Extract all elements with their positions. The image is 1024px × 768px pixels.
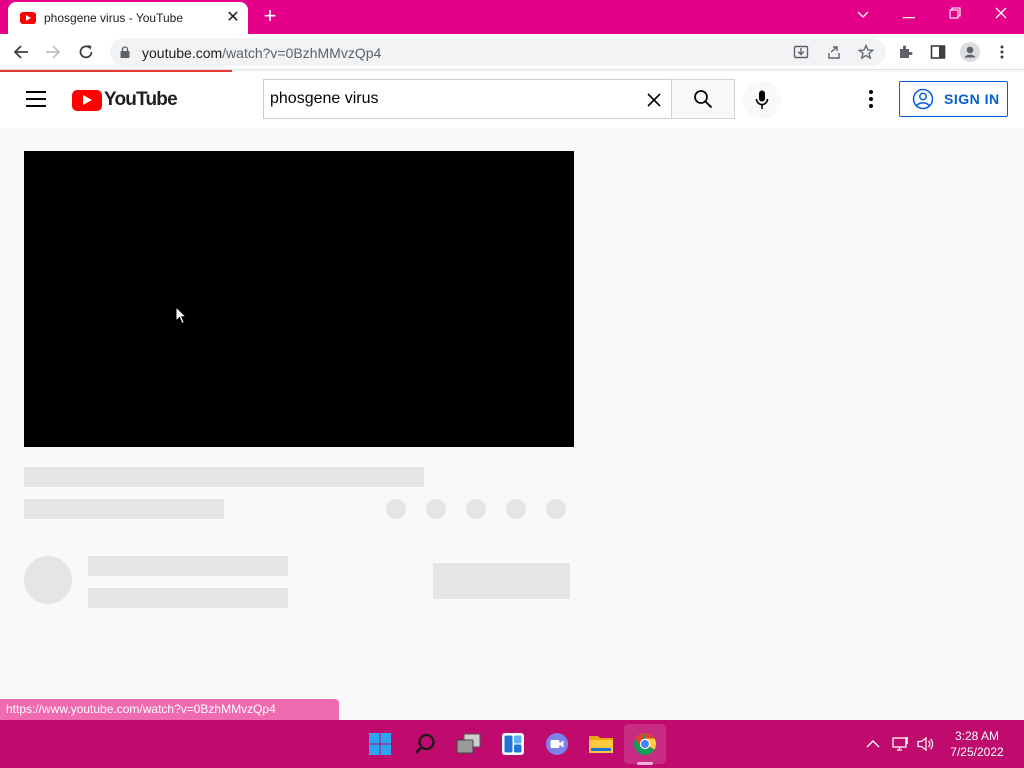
minimize-icon[interactable] bbox=[895, 3, 923, 27]
video-player[interactable] bbox=[24, 151, 574, 447]
new-tab-button[interactable]: + bbox=[258, 5, 282, 29]
browser-tab-active[interactable]: phosgene virus - YouTube ✕ bbox=[8, 2, 248, 34]
action-button-placeholder bbox=[506, 499, 526, 519]
browser-titlebar: phosgene virus - YouTube ✕ + bbox=[0, 0, 1024, 34]
tab-title: phosgene virus - YouTube bbox=[44, 11, 183, 25]
reload-icon[interactable] bbox=[73, 39, 99, 65]
extensions-icon[interactable] bbox=[893, 39, 919, 65]
youtube-masthead: YouTube SIGN IN bbox=[0, 72, 1024, 128]
lock-icon[interactable] bbox=[120, 46, 130, 58]
action-button-placeholder bbox=[546, 499, 566, 519]
side-panel-icon[interactable] bbox=[925, 39, 951, 65]
profile-icon[interactable] bbox=[957, 39, 983, 65]
install-app-icon[interactable] bbox=[788, 39, 814, 65]
search-button[interactable] bbox=[671, 79, 735, 119]
url-host: youtube.com bbox=[142, 45, 223, 61]
search-icon[interactable] bbox=[411, 730, 439, 758]
back-icon[interactable] bbox=[8, 39, 34, 65]
subscriber-count-placeholder bbox=[88, 588, 288, 608]
clear-search-icon[interactable] bbox=[644, 90, 664, 110]
mouse-cursor-icon bbox=[175, 306, 187, 325]
action-button-placeholder bbox=[386, 499, 406, 519]
guide-menu-icon[interactable] bbox=[26, 91, 46, 107]
browser-toolbar: youtube.com/watch?v=0BzhMMvzQp4 bbox=[0, 34, 1024, 70]
chrome-menu-icon[interactable] bbox=[989, 39, 1015, 65]
share-icon[interactable] bbox=[821, 39, 847, 65]
youtube-play-logo-icon bbox=[72, 89, 102, 111]
search-input[interactable] bbox=[270, 90, 630, 108]
video-title-placeholder bbox=[24, 467, 424, 487]
settings-menu-icon[interactable] bbox=[860, 87, 882, 111]
url-text: youtube.com/watch?v=0BzhMMvzQp4 bbox=[142, 45, 381, 61]
chat-icon[interactable] bbox=[543, 730, 571, 758]
network-icon[interactable] bbox=[891, 734, 911, 754]
search-box[interactable] bbox=[263, 79, 672, 119]
action-button-placeholder bbox=[466, 499, 486, 519]
volume-icon[interactable] bbox=[916, 734, 936, 754]
microphone-icon bbox=[755, 90, 769, 109]
bookmark-star-icon[interactable] bbox=[853, 39, 879, 65]
action-button-placeholder bbox=[426, 499, 446, 519]
system-clock[interactable]: 3:28 AM 7/25/2022 bbox=[938, 728, 1016, 760]
subscribe-button-placeholder bbox=[433, 563, 570, 599]
youtube-favicon-icon bbox=[20, 12, 36, 24]
widgets-icon[interactable] bbox=[499, 730, 527, 758]
link-status-bubble: https://www.youtube.com/watch?v=0BzhMMvz… bbox=[0, 699, 339, 720]
youtube-logo[interactable]: YouTube bbox=[72, 88, 178, 112]
forward-icon[interactable] bbox=[40, 39, 66, 65]
sign-in-label: SIGN IN bbox=[944, 91, 1000, 107]
task-view-icon[interactable] bbox=[455, 730, 483, 758]
windows-taskbar: 3:28 AM 7/25/2022 bbox=[0, 720, 1024, 768]
voice-search-button[interactable] bbox=[743, 81, 781, 119]
channel-avatar-placeholder bbox=[24, 556, 72, 604]
url-path: /watch?v=0BzhMMvzQp4 bbox=[222, 45, 382, 61]
tab-close-icon[interactable]: ✕ bbox=[224, 9, 242, 27]
sign-in-button[interactable]: SIGN IN bbox=[899, 81, 1008, 117]
clock-date: 7/25/2022 bbox=[950, 745, 1004, 759]
file-explorer-icon[interactable] bbox=[587, 730, 615, 758]
running-app-indicator bbox=[637, 762, 653, 765]
search-icon bbox=[694, 90, 713, 109]
account-circle-icon bbox=[912, 88, 934, 110]
channel-name-placeholder bbox=[88, 556, 288, 576]
tab-search-icon[interactable] bbox=[849, 3, 877, 27]
youtube-logo-text: YouTube bbox=[104, 89, 178, 110]
video-info-placeholder bbox=[24, 499, 224, 519]
restore-icon[interactable] bbox=[941, 3, 969, 27]
chrome-icon[interactable] bbox=[631, 730, 659, 758]
show-hidden-icons-chevron-icon[interactable] bbox=[863, 734, 883, 754]
close-window-icon[interactable] bbox=[987, 3, 1015, 27]
start-icon[interactable] bbox=[366, 730, 394, 758]
address-bar[interactable]: youtube.com/watch?v=0BzhMMvzQp4 bbox=[110, 38, 886, 66]
clock-time: 3:28 AM bbox=[954, 729, 1000, 743]
